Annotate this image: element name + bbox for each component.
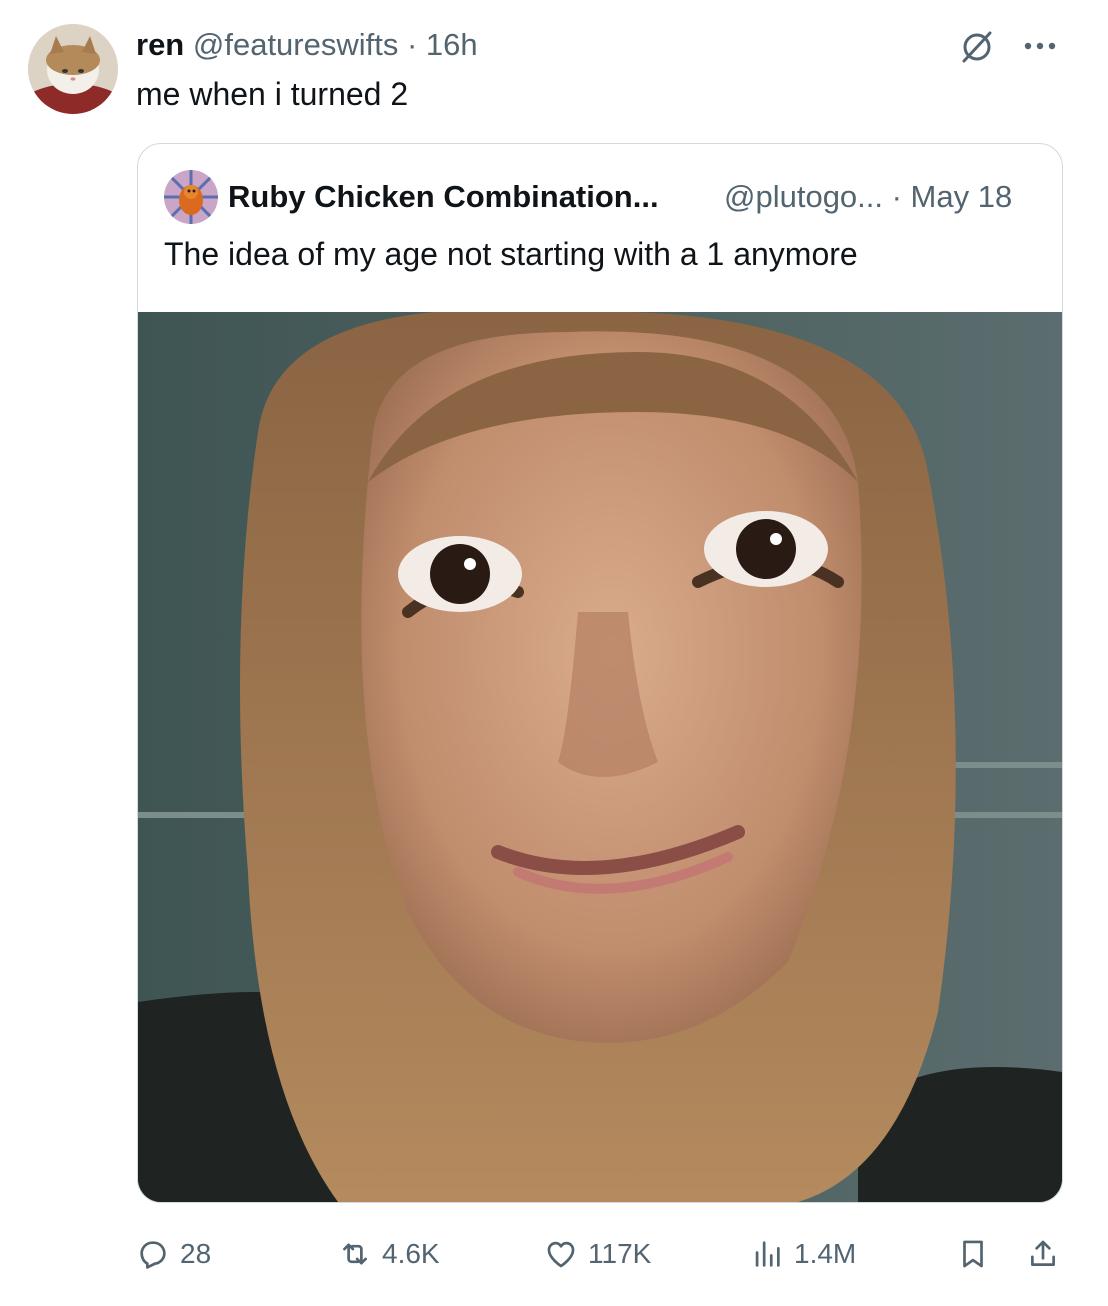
views-button[interactable]: 1.4M — [750, 1228, 856, 1280]
repost-count: 4.6K — [382, 1238, 440, 1269]
quoted-post-photo[interactable] — [138, 309, 1062, 1202]
grok-icon[interactable] — [958, 28, 996, 66]
more-icon[interactable] — [1020, 38, 1060, 54]
author-name[interactable]: ren — [136, 27, 184, 62]
reply-count: 28 — [180, 1238, 212, 1269]
quoted-post[interactable]: Ruby Chicken Combination... @plutogo... … — [137, 143, 1063, 1203]
quoted-author-handle[interactable]: @plutogo... · May 18 — [724, 177, 1012, 217]
share-button[interactable] — [1026, 1228, 1060, 1280]
author-handle[interactable]: @featureswifts — [193, 27, 398, 62]
share-icon — [1031, 1240, 1055, 1266]
quoted-author-avatar[interactable] — [164, 170, 218, 224]
post-text: me when i turned 2 — [136, 76, 409, 112]
quoted-author-name[interactable]: Ruby Chicken Combination... — [228, 179, 659, 214]
like-button[interactable]: 117K — [544, 1228, 651, 1280]
views-icon — [755, 1241, 780, 1267]
like-count: 117K — [588, 1238, 652, 1269]
repost-button[interactable]: 4.6K — [338, 1228, 440, 1280]
reply-button[interactable]: 28 — [136, 1228, 211, 1280]
quoted-post-text: The idea of my age not starting with a 1… — [164, 236, 858, 272]
bookmark-button[interactable] — [956, 1228, 990, 1280]
views-count: 1.4M — [794, 1238, 857, 1269]
reply-icon — [140, 1241, 166, 1269]
quoted-header: Ruby Chicken Combination... — [228, 177, 659, 217]
repost-icon — [343, 1243, 367, 1265]
author-avatar[interactable] — [28, 24, 118, 114]
heart-icon — [547, 1241, 575, 1268]
post-time[interactable]: · 16h — [407, 27, 478, 62]
action-bar: 28 4.6K 117K 1.4M — [0, 1228, 1108, 1280]
bookmark-icon — [963, 1240, 983, 1268]
post-header: ren @featureswifts · 16h — [136, 26, 478, 64]
